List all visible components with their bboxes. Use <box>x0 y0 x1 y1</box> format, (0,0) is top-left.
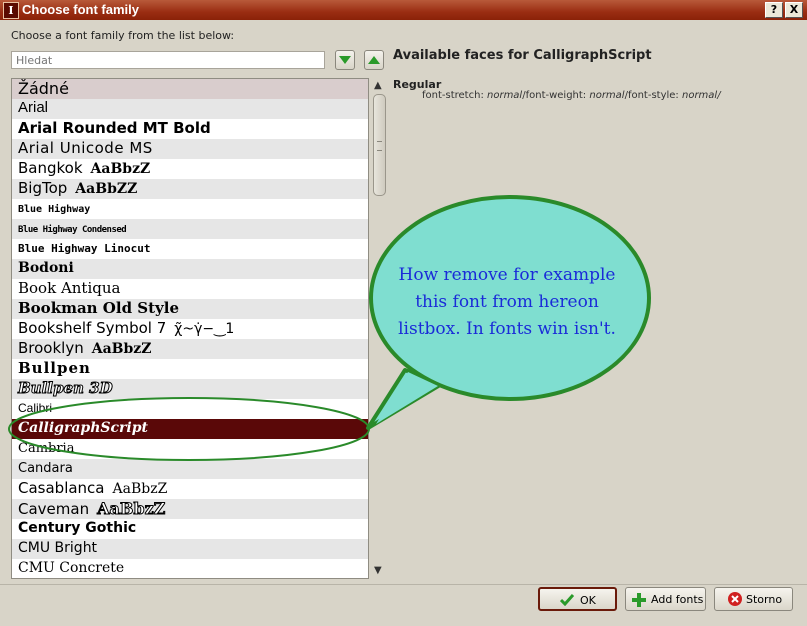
checkmark-icon <box>560 594 574 606</box>
plus-icon <box>632 593 646 607</box>
add-fonts-button[interactable]: Add fonts <box>625 587 706 611</box>
annotation-line: listbox. In fonts win isn't. <box>398 319 616 339</box>
annotation-line: How remove for example <box>398 265 616 285</box>
annotation-line: this font from hereon <box>415 292 599 312</box>
ok-button[interactable]: OK <box>538 587 617 611</box>
cancel-icon <box>728 592 742 606</box>
highlight-ellipse <box>8 397 370 461</box>
annotation-text: How remove for example this font from he… <box>372 262 642 343</box>
cancel-button[interactable]: Storno <box>714 587 793 611</box>
footer-divider <box>0 584 807 585</box>
